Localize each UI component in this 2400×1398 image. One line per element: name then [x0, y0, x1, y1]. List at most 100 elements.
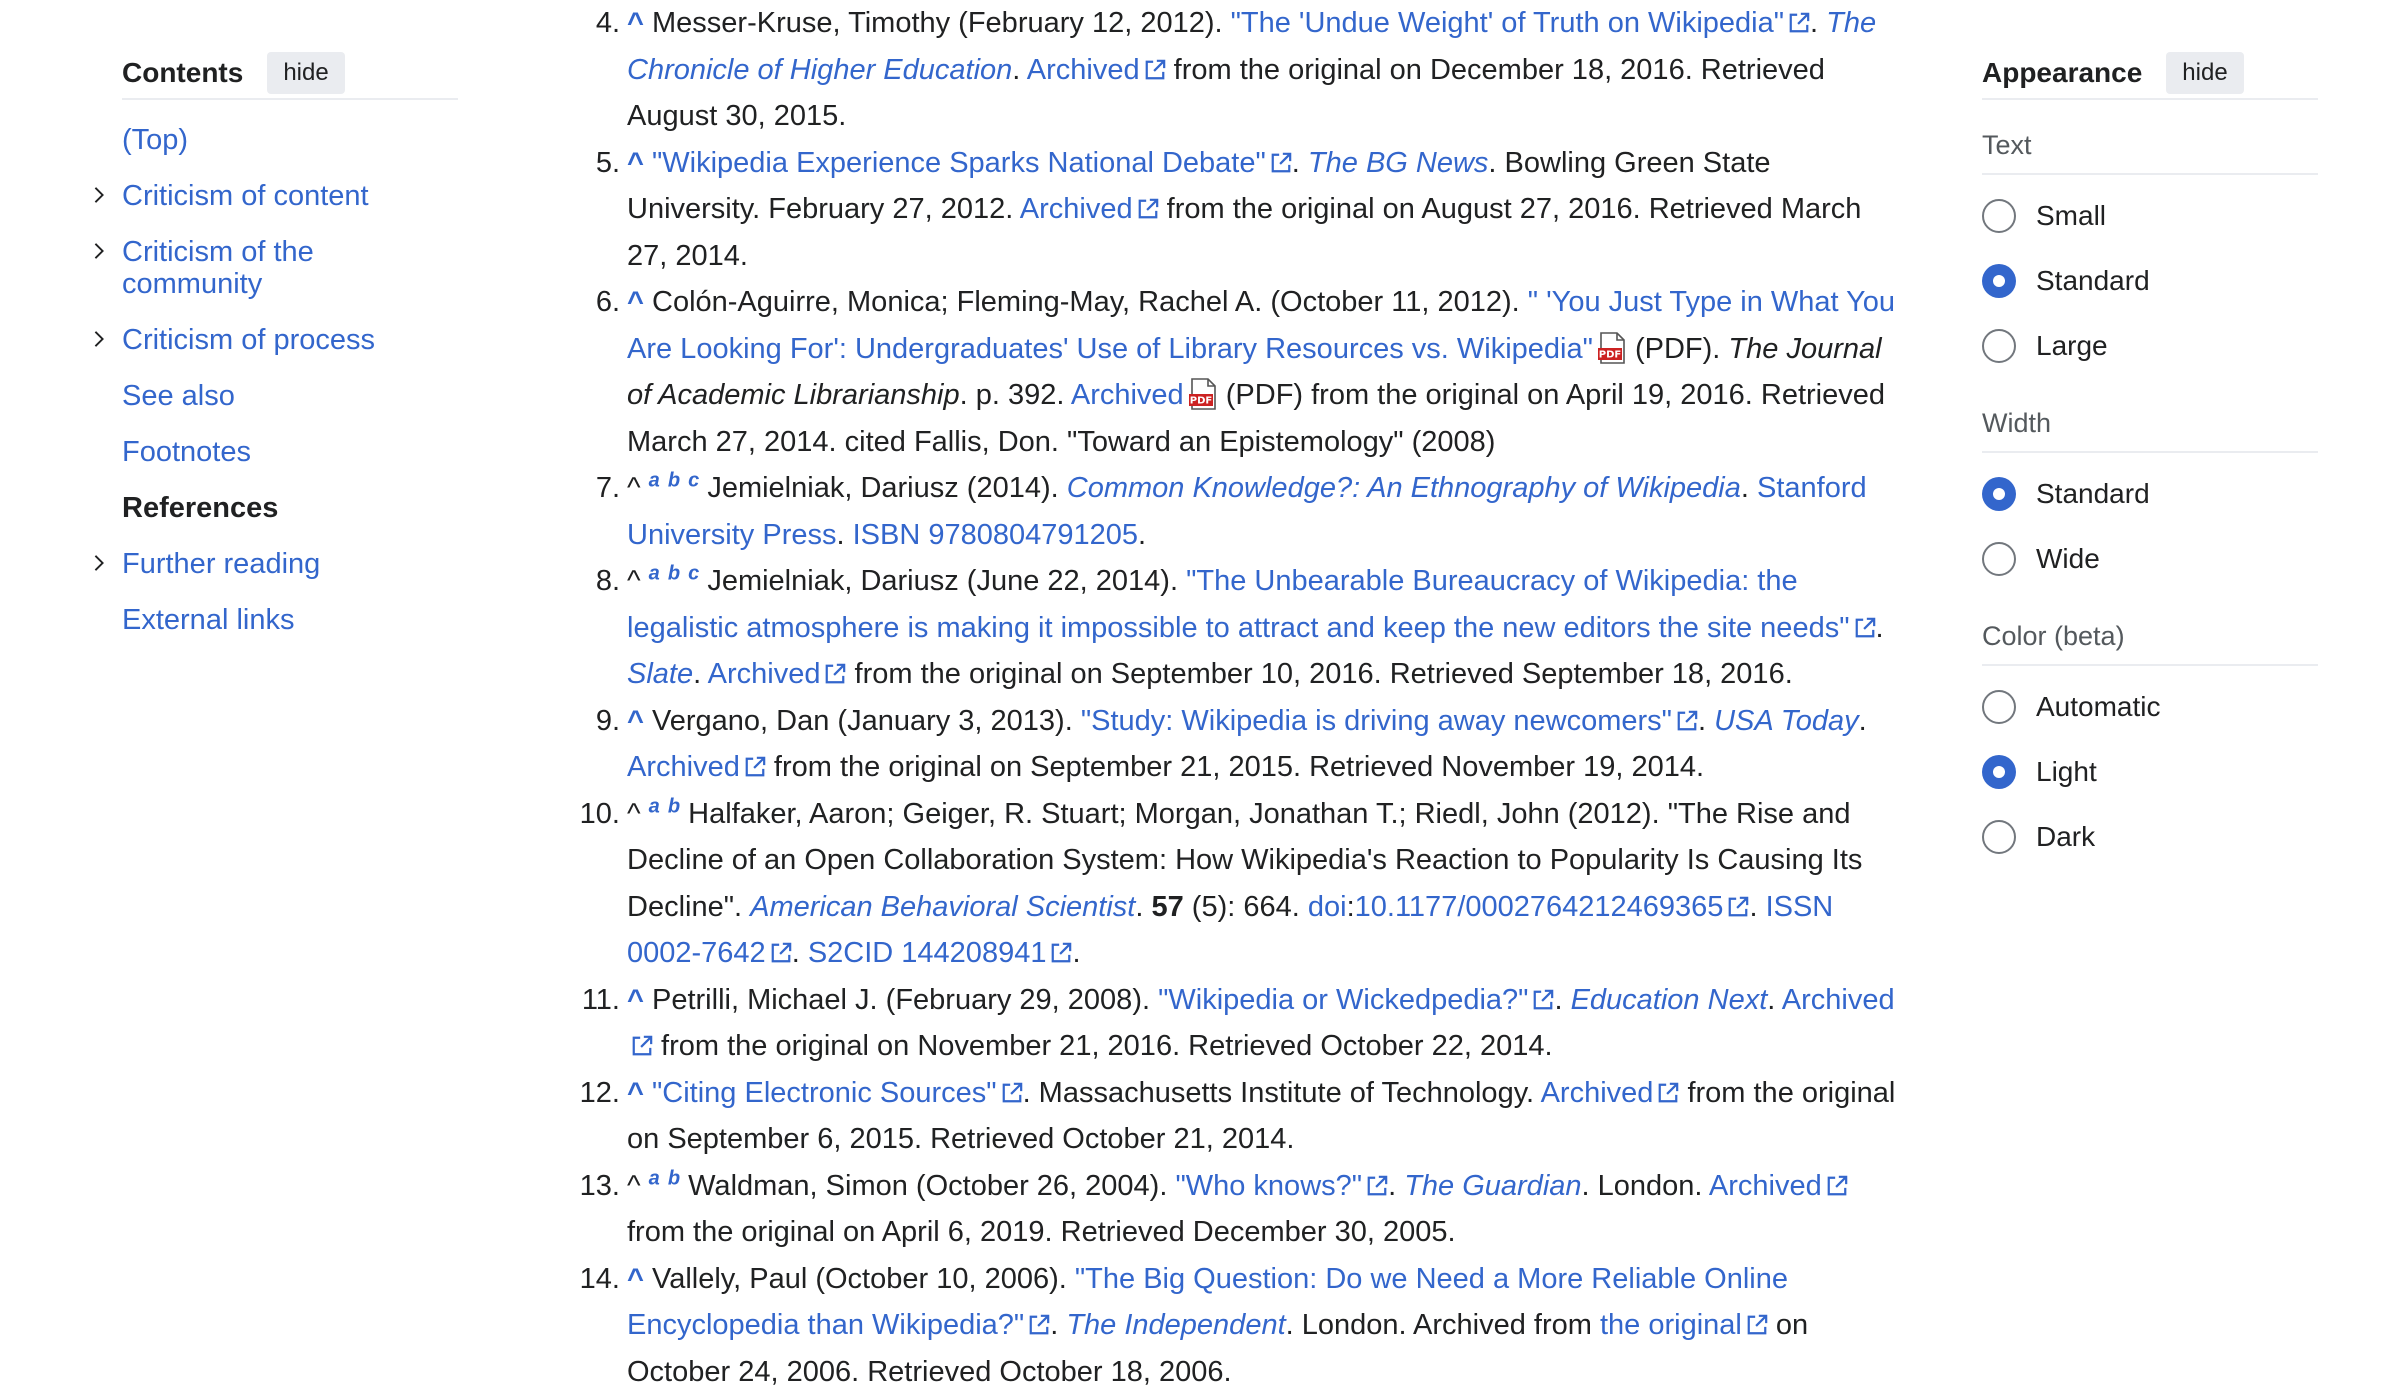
radio-button[interactable] — [1982, 476, 2016, 511]
radio-option[interactable]: Dark — [1982, 804, 2318, 869]
radio-button[interactable] — [1982, 819, 2016, 854]
toc-link[interactable]: References — [122, 492, 278, 524]
reference-body: ^ Vallely, Paul (October 10, 2006). "The… — [627, 1263, 1808, 1388]
reference-link[interactable]: ISBN — [853, 519, 921, 551]
reference-link[interactable]: S2CID — [808, 937, 893, 969]
radio-button[interactable] — [1982, 263, 2016, 298]
reference-text: Jemielniak, Dariusz (June 22, 2014). — [707, 565, 1187, 597]
backlink-caret[interactable]: ^ — [627, 1077, 644, 1109]
backlink-letter[interactable]: a — [649, 795, 660, 817]
radio-option[interactable]: Small — [1982, 183, 2318, 248]
radio-button[interactable] — [1982, 754, 2016, 789]
reference-link[interactable]: ISSN — [1766, 891, 1834, 923]
backlink-caret[interactable]: ^ — [627, 286, 644, 318]
radio-option[interactable]: Standard — [1982, 248, 2318, 313]
toc-hide-button[interactable]: hide — [267, 52, 345, 94]
backlink-letter[interactable]: a — [649, 1167, 660, 1189]
backlink-letter[interactable]: b — [668, 469, 680, 491]
reference-link[interactable]: doi — [1308, 891, 1347, 923]
backlink-letter[interactable]: a — [649, 562, 660, 584]
reference-link[interactable]: Archived — [708, 658, 847, 690]
reference-text: (5): 664. — [1183, 890, 1308, 923]
reference-link[interactable]: 0002-7642 — [627, 937, 792, 969]
reference-link[interactable]: Archived PDF — [1071, 378, 1218, 411]
reference-link[interactable]: Archived — [1027, 54, 1166, 86]
backlink-letter[interactable]: b — [668, 795, 680, 817]
appearance-title: Appearance — [1982, 57, 2143, 88]
reference-link[interactable]: Archived — [1709, 1170, 1848, 1202]
reference-link[interactable]: American Behavioral Scientist — [750, 891, 1135, 923]
reference-link[interactable]: Common Knowledge?: An Ethnography of Wik… — [1067, 472, 1741, 504]
chevron-right-icon[interactable] — [88, 550, 110, 576]
reference-link[interactable]: "Wikipedia or Wickedpedia?" — [1158, 984, 1554, 1016]
backlink-letter[interactable]: c — [688, 469, 699, 491]
external-link-icon — [1747, 1314, 1768, 1335]
reference-link[interactable]: Archived — [627, 751, 766, 783]
reference-link[interactable]: "Citing Electronic Sources" — [652, 1077, 1023, 1109]
pdf-icon: PDF — [1597, 331, 1625, 364]
reference-link[interactable]: The Guardian — [1404, 1170, 1581, 1202]
chevron-right-icon[interactable] — [88, 238, 110, 264]
backlink-letter[interactable]: c — [688, 562, 699, 584]
toc-link[interactable]: (Top) — [122, 124, 188, 156]
reference-link[interactable]: Archived — [1541, 1077, 1680, 1109]
radio-option[interactable]: Light — [1982, 739, 2318, 804]
toc-link[interactable]: Criticism of content — [122, 180, 369, 212]
toc-link[interactable]: External links — [122, 604, 294, 636]
reference-number: 13. — [579, 1169, 620, 1202]
radio-option[interactable]: Wide — [1982, 526, 2318, 591]
reference-number: 7. — [595, 472, 620, 504]
chevron-right-icon[interactable] — [88, 182, 110, 208]
toc-link[interactable]: Footnotes — [122, 436, 251, 468]
radio-group: Automatic Light Dark — [1982, 674, 2318, 869]
reference-link[interactable]: 10.1177/0002764212469365 — [1355, 891, 1750, 923]
external-link-icon — [1677, 710, 1698, 730]
backlink-letter[interactable]: a — [649, 469, 660, 491]
radio-option[interactable]: Standard — [1982, 461, 2318, 526]
radio-button[interactable] — [1982, 541, 2016, 576]
reference-item: 14. ^ Vallely, Paul (October 10, 2006). "… — [542, 1256, 1900, 1396]
backlink-caret[interactable]: ^ — [627, 147, 644, 179]
radio-option[interactable]: Large — [1982, 313, 2318, 378]
reference-link[interactable]: The Independent — [1066, 1309, 1285, 1341]
reference-link[interactable]: "Study: Wikipedia is driving away newcom… — [1081, 705, 1698, 737]
chevron-right-icon[interactable] — [88, 326, 110, 352]
external-link-icon — [1367, 1175, 1388, 1195]
reference-text: Jemielniak, Dariusz (2014). — [707, 472, 1067, 504]
backlink-caret[interactable]: ^ — [627, 7, 644, 39]
reference-text: . — [693, 658, 708, 690]
radio-button[interactable] — [1982, 198, 2016, 233]
radio-button[interactable] — [1982, 328, 2016, 363]
backlink-caret[interactable]: ^ — [627, 1263, 644, 1295]
table-of-contents: Contents hide (Top) Criticism of content C… — [94, 48, 458, 660]
reference-body: ^ a b Halfaker, Aaron; Geiger, R. Stuart… — [627, 795, 1862, 969]
reference-link[interactable]: "The 'Undue Weight' of Truth on Wikipedi… — [1231, 7, 1810, 39]
reference-link[interactable]: "Who knows?" — [1175, 1170, 1388, 1202]
toc-item: External links — [122, 604, 458, 636]
reference-link[interactable]: USA Today — [1714, 705, 1859, 737]
backlink-caret[interactable]: ^ — [627, 705, 644, 737]
reference-link[interactable]: The BG News — [1308, 147, 1489, 179]
radio-button[interactable] — [1982, 689, 2016, 724]
reference-link[interactable]: 144208941 — [901, 937, 1072, 969]
reference-link[interactable]: "Wikipedia Experience Sparks National De… — [652, 147, 1292, 179]
toc-item: Further reading — [94, 548, 458, 580]
reference-link[interactable]: Education Next — [1571, 984, 1768, 1016]
toc-link[interactable]: See also — [122, 380, 235, 412]
radio-option[interactable]: Automatic — [1982, 674, 2318, 739]
toc-item: See also — [122, 380, 458, 412]
toc-link[interactable]: Further reading — [122, 548, 320, 580]
toc-link[interactable]: Criticism of the community — [122, 236, 314, 300]
backlink-letter[interactable]: b — [668, 562, 680, 584]
appearance-hide-button[interactable]: hide — [2166, 52, 2244, 94]
reference-link[interactable]: the original — [1600, 1309, 1768, 1341]
reference-link[interactable]: 9780804791205 — [928, 519, 1138, 551]
backlink-caret[interactable]: ^ — [627, 984, 644, 1016]
reference-link[interactable]: Slate — [627, 658, 693, 690]
backlink-letter[interactable]: b — [668, 1167, 680, 1189]
radio-group: Standard Wide — [1982, 461, 2318, 591]
appearance-sections: Text Small Standard Large Width Standard Wide C… — [1982, 130, 2318, 869]
toc-link[interactable]: Criticism of process — [122, 324, 375, 356]
svg-text:PDF: PDF — [1599, 349, 1621, 360]
reference-link[interactable]: Archived — [1020, 193, 1159, 225]
